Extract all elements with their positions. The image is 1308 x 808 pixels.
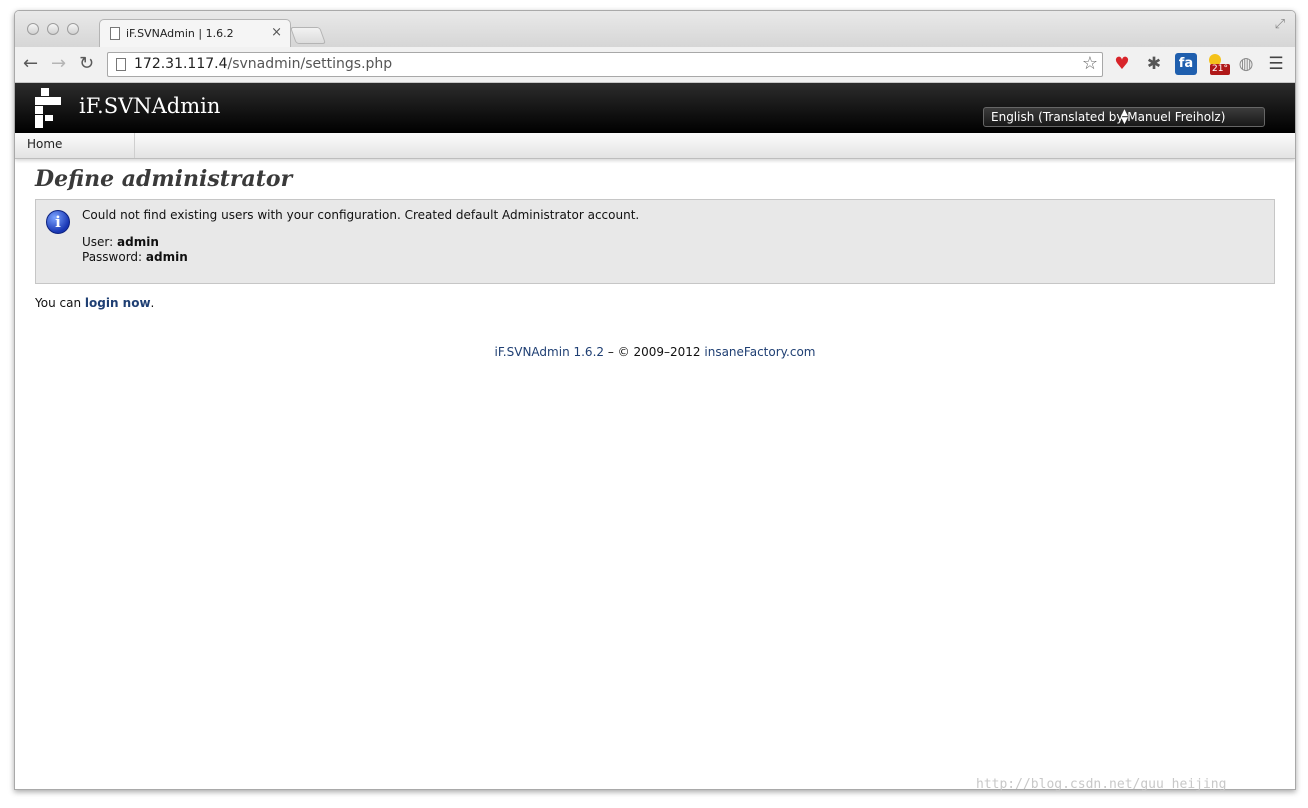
url-text: 172.31.117.4/svnadmin/settings.php: [134, 56, 392, 72]
heart-extension-icon[interactable]: ♥: [1111, 53, 1133, 75]
menu-item-home-label: Home: [27, 137, 63, 151]
weather-badge: 21°: [1210, 64, 1230, 75]
main-menu: Home: [15, 133, 1295, 159]
password-credential: Password: admin: [82, 250, 188, 264]
address-bar[interactable]: 172.31.117.4/svnadmin/settings.php ☆: [107, 52, 1103, 77]
svnadmin-logo: [35, 88, 61, 128]
forward-arrow-icon[interactable]: →: [51, 52, 66, 76]
info-icon: i: [46, 210, 70, 234]
info-message-box: i Could not find existing users with you…: [35, 199, 1275, 284]
fa-extension-icon[interactable]: fa: [1175, 53, 1197, 75]
user-value: admin: [117, 235, 159, 249]
login-suffix: .: [150, 296, 155, 310]
browser-window: iF.SVNAdmin | 1.6.2 × ⤢ ← → ↻ 172.31.117…: [14, 10, 1296, 790]
url-host: 172.31.117.4: [134, 56, 228, 72]
close-window-button[interactable]: [27, 23, 39, 35]
zoom-window-button[interactable]: [67, 23, 79, 35]
new-tab-button[interactable]: [289, 27, 327, 44]
page-icon: [110, 27, 120, 40]
page-title: Define administrator: [35, 166, 293, 192]
tab-svnadmin[interactable]: iF.SVNAdmin | 1.6.2 ×: [99, 19, 291, 48]
url-path: /svnadmin/settings.php: [227, 56, 393, 72]
menu-icon[interactable]: ☰: [1265, 53, 1287, 75]
fullscreen-icon[interactable]: ⤢: [1275, 17, 1285, 32]
page-footer: iF.SVNAdmin 1.6.2 – © 2009–2012 insaneFa…: [15, 345, 1295, 359]
menu-item-home[interactable]: Home: [15, 133, 135, 158]
globe-extension-icon[interactable]: ◍: [1235, 53, 1257, 75]
footer-company-link[interactable]: insaneFactory.com: [704, 345, 815, 359]
bug-extension-icon[interactable]: ✱: [1143, 53, 1165, 75]
login-prompt: You can login now.: [35, 296, 154, 310]
login-now-link[interactable]: login now: [85, 296, 151, 310]
login-prefix: You can: [35, 296, 82, 310]
user-label: User:: [82, 235, 114, 249]
bookmark-star-icon[interactable]: ☆: [1082, 53, 1098, 74]
password-label: Password:: [82, 250, 143, 264]
user-credential: User: admin: [82, 235, 159, 249]
browser-toolbar: ← → ↻ 172.31.117.4/svnadmin/settings.php…: [15, 47, 1295, 83]
tab-strip: iF.SVNAdmin | 1.6.2 × ⤢: [15, 11, 1295, 48]
app-header: iF.SVNAdmin English (Translated by Manue…: [15, 83, 1295, 133]
watermark-text: http://blog.csdn.net/guu_heijing: [976, 777, 1227, 792]
info-message-text: Could not find existing users with your …: [82, 208, 640, 222]
tab-close-icon[interactable]: ×: [271, 25, 282, 40]
footer-copyright: – © 2009–2012: [604, 345, 705, 359]
minimize-window-button[interactable]: [47, 23, 59, 35]
reload-icon[interactable]: ↻: [79, 52, 94, 76]
weather-extension-icon[interactable]: 21°: [1207, 53, 1230, 75]
footer-product-link[interactable]: iF.SVNAdmin 1.6.2: [495, 345, 605, 359]
back-arrow-icon[interactable]: ←: [23, 52, 38, 76]
app-brand: iF.SVNAdmin: [79, 94, 221, 118]
page-icon: [116, 58, 126, 71]
select-arrows-icon: ▲ ▼: [1121, 108, 1128, 126]
tab-title: iF.SVNAdmin | 1.6.2: [126, 27, 234, 40]
language-select[interactable]: English (Translated by Manuel Freiholz) …: [983, 107, 1265, 127]
password-value: admin: [145, 250, 188, 264]
